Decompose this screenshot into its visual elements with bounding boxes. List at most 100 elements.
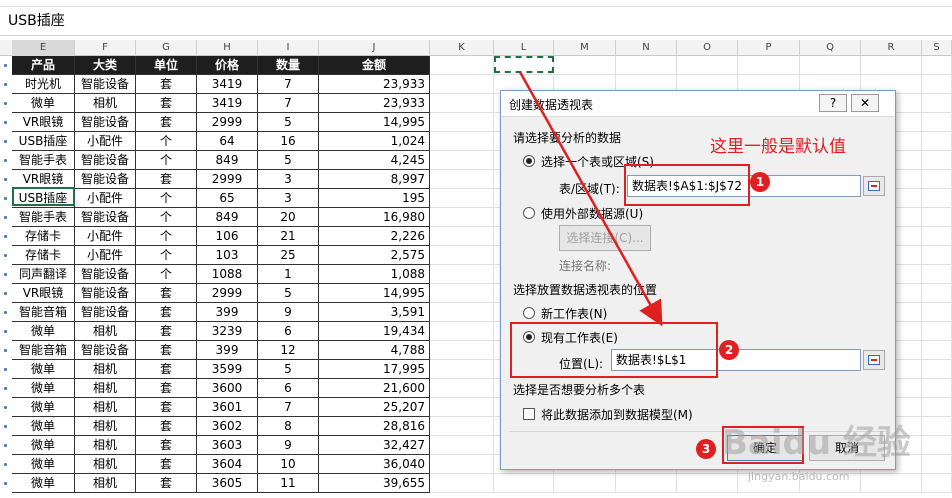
column-header-Q[interactable]: Q xyxy=(800,40,861,56)
table-cell[interactable]: 套 xyxy=(136,284,197,303)
table-cell[interactable]: 195 xyxy=(319,189,430,208)
table-cell[interactable]: 3 xyxy=(258,189,319,208)
empty-cell[interactable] xyxy=(922,132,952,151)
table-cell[interactable]: 2,575 xyxy=(319,246,430,265)
empty-cell[interactable] xyxy=(554,474,616,493)
choose-connection-button[interactable]: 选择连接(C)... xyxy=(559,225,651,251)
column-header-M[interactable]: M xyxy=(554,40,616,56)
table-cell[interactable]: 智能设备 xyxy=(75,151,136,170)
table-cell[interactable]: 相机 xyxy=(75,417,136,436)
table-cell[interactable]: 微单 xyxy=(12,455,75,474)
empty-cell[interactable] xyxy=(430,265,494,284)
table-cell[interactable]: 智能音箱 xyxy=(12,303,75,322)
empty-cell[interactable] xyxy=(677,56,738,75)
table-cell[interactable]: 相机 xyxy=(75,455,136,474)
table-cell[interactable]: 3600 xyxy=(197,379,258,398)
empty-cell[interactable] xyxy=(430,455,494,474)
table-cell[interactable]: 2999 xyxy=(197,113,258,132)
column-header-R[interactable]: R xyxy=(861,40,922,56)
table-cell[interactable]: 智能设备 xyxy=(75,284,136,303)
table-cell[interactable]: 微单 xyxy=(12,474,75,493)
table-cell[interactable]: 相机 xyxy=(75,94,136,113)
table-cell[interactable]: 1 xyxy=(258,265,319,284)
table-cell[interactable]: 套 xyxy=(136,322,197,341)
table-cell[interactable]: 个 xyxy=(136,132,197,151)
table-cell[interactable]: 14,995 xyxy=(319,113,430,132)
table-cell[interactable]: 64 xyxy=(197,132,258,151)
table-cell[interactable]: 23,933 xyxy=(319,75,430,94)
table-cell[interactable]: 21 xyxy=(258,227,319,246)
table-cell[interactable]: 套 xyxy=(136,398,197,417)
table-cell[interactable]: 10 xyxy=(258,455,319,474)
empty-cell[interactable] xyxy=(922,56,952,75)
table-cell[interactable]: 智能设备 xyxy=(75,341,136,360)
table-cell[interactable]: 6 xyxy=(258,379,319,398)
empty-cell[interactable] xyxy=(616,56,677,75)
empty-cell[interactable] xyxy=(861,56,922,75)
empty-cell[interactable] xyxy=(922,322,952,341)
empty-cell[interactable] xyxy=(922,398,952,417)
table-cell[interactable]: 5 xyxy=(258,113,319,132)
table-cell[interactable]: 25,207 xyxy=(319,398,430,417)
column-header-S[interactable]: S xyxy=(922,40,952,56)
table-cell[interactable]: 个 xyxy=(136,208,197,227)
radio-external-source[interactable] xyxy=(523,207,535,219)
table-cell[interactable]: 套 xyxy=(136,379,197,398)
table-cell[interactable]: 套 xyxy=(136,75,197,94)
table-cell[interactable]: 39,655 xyxy=(319,474,430,493)
table-cell[interactable]: 同声翻译 xyxy=(12,265,75,284)
empty-cell[interactable] xyxy=(430,94,494,113)
table-cell[interactable]: 套 xyxy=(136,303,197,322)
table-cell[interactable]: 16 xyxy=(258,132,319,151)
table-cell[interactable]: 20 xyxy=(258,208,319,227)
table-cell[interactable]: 个 xyxy=(136,227,197,246)
table-cell[interactable]: 12 xyxy=(258,341,319,360)
empty-cell[interactable] xyxy=(430,170,494,189)
table-cell[interactable]: 个 xyxy=(136,246,197,265)
table-cell[interactable]: 小配件 xyxy=(75,227,136,246)
table-cell[interactable]: 智能设备 xyxy=(75,170,136,189)
table-cell[interactable]: 套 xyxy=(136,436,197,455)
empty-cell[interactable] xyxy=(922,151,952,170)
table-cell[interactable]: 3 xyxy=(258,170,319,189)
table-cell[interactable]: 智能设备 xyxy=(75,208,136,227)
table-cell[interactable]: 11 xyxy=(258,474,319,493)
table-cell[interactable]: 智能设备 xyxy=(75,75,136,94)
table-cell[interactable]: 2,226 xyxy=(319,227,430,246)
column-header-N[interactable]: N xyxy=(616,40,677,56)
empty-cell[interactable] xyxy=(922,208,952,227)
table-header-cell[interactable]: 产品 xyxy=(12,56,75,75)
empty-cell[interactable] xyxy=(800,56,861,75)
table-cell[interactable]: 16,980 xyxy=(319,208,430,227)
table-cell[interactable]: 智能手表 xyxy=(12,208,75,227)
table-cell[interactable]: 14,995 xyxy=(319,284,430,303)
table-cell[interactable]: 相机 xyxy=(75,360,136,379)
table-cell[interactable]: 套 xyxy=(136,455,197,474)
empty-cell[interactable] xyxy=(922,227,952,246)
table-cell[interactable]: 套 xyxy=(136,113,197,132)
table-cell[interactable]: 4,245 xyxy=(319,151,430,170)
table-cell[interactable]: 3603 xyxy=(197,436,258,455)
table-cell[interactable]: 7 xyxy=(258,398,319,417)
table-cell[interactable]: 3604 xyxy=(197,455,258,474)
table-cell[interactable]: 1088 xyxy=(197,265,258,284)
table-cell[interactable]: 套 xyxy=(136,341,197,360)
table-cell[interactable]: 1,024 xyxy=(319,132,430,151)
table-cell[interactable]: 5 xyxy=(258,360,319,379)
table-cell[interactable]: 存储卡 xyxy=(12,246,75,265)
formula-bar[interactable]: USB插座 xyxy=(0,0,952,36)
table-cell[interactable]: 28,816 xyxy=(319,417,430,436)
table-cell[interactable]: 9 xyxy=(258,303,319,322)
empty-cell[interactable] xyxy=(616,474,677,493)
empty-cell[interactable] xyxy=(922,341,952,360)
table-cell[interactable]: 微单 xyxy=(12,322,75,341)
empty-cell[interactable] xyxy=(922,436,952,455)
empty-cell[interactable] xyxy=(430,341,494,360)
range-collapse-button[interactable] xyxy=(863,176,885,196)
table-cell[interactable]: 微单 xyxy=(12,436,75,455)
table-cell[interactable]: 65 xyxy=(197,189,258,208)
column-header-P[interactable]: P xyxy=(738,40,800,56)
radio-new-sheet[interactable] xyxy=(523,307,535,319)
table-cell[interactable]: 3,591 xyxy=(319,303,430,322)
column-header-H[interactable]: H xyxy=(197,40,258,56)
